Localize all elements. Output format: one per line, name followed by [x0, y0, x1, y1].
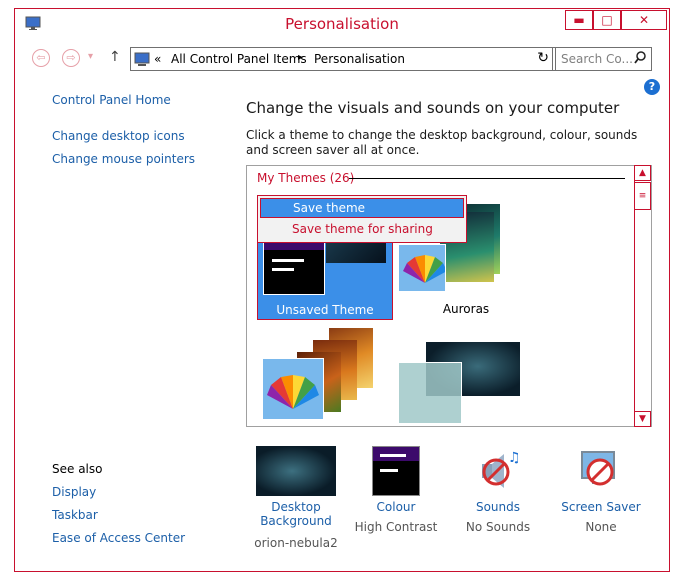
desktop-background-thumbnail[interactable] — [256, 446, 336, 496]
screen-saver-value: None — [585, 520, 617, 534]
theme-unsaved-label: Unsaved Theme — [276, 303, 374, 317]
scroll-down-icon[interactable]: ▼ — [634, 411, 651, 427]
address-control-panel-icon — [134, 51, 150, 70]
scroll-up-icon[interactable]: ▲ — [634, 165, 651, 181]
scroll-thumb[interactable]: ≡ — [634, 182, 651, 210]
forward-button[interactable]: ⇨ — [62, 49, 80, 67]
my-themes-header[interactable]: My Themes (26) — [257, 171, 354, 185]
sounds-value: No Sounds — [465, 520, 531, 534]
theme-context-menu: Save theme Save theme for sharing — [257, 195, 467, 243]
search-input[interactable]: Search Co... — [552, 47, 652, 71]
navigation-bar: ⇦ ⇨ ▾ ↑ « All Control Panel Items ▸ Pers… — [15, 45, 669, 73]
see-also-display[interactable]: Display — [52, 485, 96, 499]
breadcrumb-overflow[interactable]: « — [154, 52, 161, 66]
desktop-background-link[interactable]: Desktop Background — [251, 500, 341, 528]
search-icon[interactable] — [634, 51, 646, 68]
title-bar: Personalisation ▬ □ ✕ — [15, 9, 669, 39]
nebula-color-swatch — [398, 362, 462, 424]
up-arrow-icon[interactable]: ↑ — [109, 49, 121, 65]
sidebar-item-control-panel-home[interactable]: Control Panel Home — [52, 93, 171, 107]
auroras-color-fan-icon — [398, 244, 447, 292]
sidebar-item-change-desktop-icons[interactable]: Change desktop icons — [52, 129, 185, 143]
colour-link[interactable]: Colour — [351, 500, 441, 514]
menu-save-theme[interactable]: Save theme — [260, 198, 464, 218]
autumn-color-fan-icon — [262, 358, 324, 420]
svg-text:♫: ♫ — [508, 450, 521, 466]
see-also-taskbar[interactable]: Taskbar — [52, 508, 98, 522]
themes-scrollbar[interactable]: ▲ ≡ ▼ — [634, 165, 651, 427]
minimize-button[interactable]: ▬ — [565, 10, 593, 30]
personalisation-window: Personalisation ▬ □ ✕ ⇦ ⇨ ▾ ↑ « All Cont… — [14, 8, 670, 572]
see-also-heading: See also — [52, 462, 103, 476]
page-heading: Change the visuals and sounds on your co… — [246, 99, 620, 117]
theme-auroras-label: Auroras — [442, 302, 490, 316]
recent-locations-chevron-icon[interactable]: ▾ — [88, 51, 93, 62]
breadcrumb-personalisation[interactable]: Personalisation — [314, 52, 405, 66]
desktop-background-value: orion-nebula2 — [254, 536, 338, 550]
breadcrumb-separator[interactable]: ▸ — [298, 52, 303, 63]
screen-saver-link[interactable]: Screen Saver — [556, 500, 646, 514]
screen-saver-icon[interactable] — [576, 446, 624, 494]
back-button[interactable]: ⇦ — [32, 49, 50, 67]
page-description: Click a theme to change the desktop back… — [246, 128, 638, 157]
address-bar[interactable]: « All Control Panel Items ▸ Personalisat… — [130, 47, 556, 71]
sounds-link[interactable]: Sounds — [453, 500, 543, 514]
menu-save-theme-for-sharing[interactable]: Save theme for sharing — [260, 220, 464, 240]
colour-thumbnail[interactable] — [372, 446, 420, 496]
see-also-ease-of-access[interactable]: Ease of Access Center — [52, 531, 185, 545]
sidebar-item-change-mouse-pointers[interactable]: Change mouse pointers — [52, 152, 195, 166]
search-placeholder: Search Co... — [561, 52, 633, 66]
theme-nebula[interactable] — [398, 328, 534, 424]
theme-autumn[interactable] — [257, 328, 393, 424]
help-icon[interactable]: ? — [644, 79, 660, 95]
maximize-button[interactable]: □ — [593, 10, 621, 30]
breadcrumb-all-items[interactable]: All Control Panel Items — [171, 52, 307, 66]
refresh-icon[interactable]: ↻ — [537, 50, 549, 66]
close-button[interactable]: ✕ — [621, 10, 667, 30]
sounds-icon[interactable]: ♫ — [474, 446, 522, 494]
colour-value: High Contrast — [354, 520, 438, 534]
section-divider — [349, 178, 625, 179]
